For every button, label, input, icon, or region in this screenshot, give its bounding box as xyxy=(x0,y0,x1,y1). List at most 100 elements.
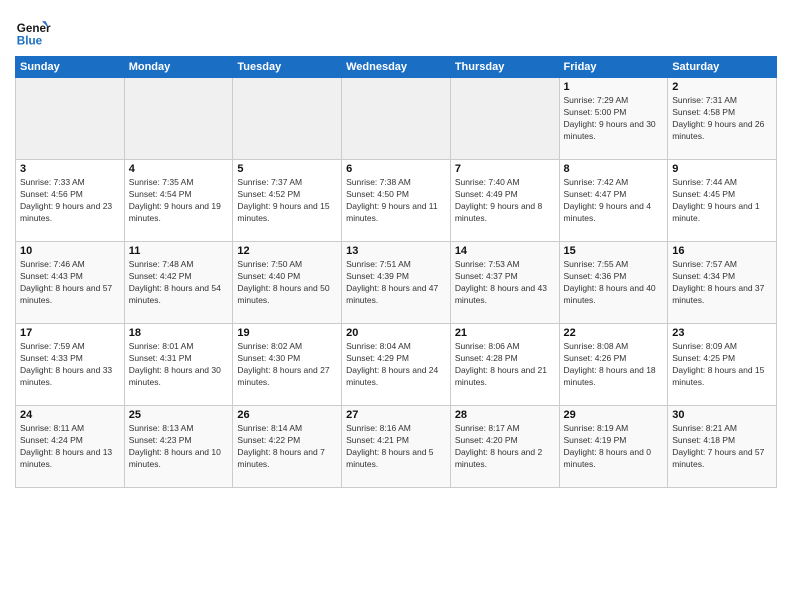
calendar-cell-1-1 xyxy=(16,78,125,160)
calendar-cell-2-2: 4 Sunrise: 7:35 AM Sunset: 4:54 PM Daylig… xyxy=(124,160,233,242)
day-number: 19 xyxy=(237,327,337,339)
calendar-cell-3-4: 13 Sunrise: 7:51 AM Sunset: 4:39 PM Dayli… xyxy=(342,242,451,324)
calendar-header-sunday: Sunday xyxy=(16,57,125,78)
day-number: 14 xyxy=(455,245,555,257)
day-info: Sunrise: 8:04 AM Sunset: 4:29 PM Dayligh… xyxy=(346,341,446,389)
day-info: Sunrise: 7:46 AM Sunset: 4:43 PM Dayligh… xyxy=(20,259,120,307)
calendar-header-monday: Monday xyxy=(124,57,233,78)
calendar-cell-5-7: 30 Sunrise: 8:21 AM Sunset: 4:18 PM Dayli… xyxy=(668,406,777,488)
calendar-header-tuesday: Tuesday xyxy=(233,57,342,78)
calendar-week-1: 1Sunrise: 7:29 AM Sunset: 5:00 PM Daylig… xyxy=(16,78,777,160)
calendar-cell-4-5: 21 Sunrise: 8:06 AM Sunset: 4:28 PM Dayli… xyxy=(450,324,559,406)
calendar-cell-5-2: 25Sunrise: 8:13 AM Sunset: 4:23 PM Dayli… xyxy=(124,406,233,488)
day-info: Sunrise: 8:21 AM Sunset: 4:18 PM Dayligh… xyxy=(672,423,772,471)
day-number: 2 xyxy=(672,81,772,93)
calendar-cell-3-5: 14 Sunrise: 7:53 AM Sunset: 4:37 PM Dayli… xyxy=(450,242,559,324)
calendar-cell-3-2: 11 Sunrise: 7:48 AM Sunset: 4:42 PM Dayli… xyxy=(124,242,233,324)
day-info: Sunrise: 8:09 AM Sunset: 4:25 PM Dayligh… xyxy=(672,341,772,389)
day-number: 20 xyxy=(346,327,446,339)
day-number: 11 xyxy=(129,245,229,257)
calendar-cell-2-7: 9Sunrise: 7:44 AM Sunset: 4:45 PM Daylig… xyxy=(668,160,777,242)
svg-text:Blue: Blue xyxy=(17,35,43,48)
calendar-cell-5-5: 28 Sunrise: 8:17 AM Sunset: 4:20 PM Dayli… xyxy=(450,406,559,488)
day-number: 27 xyxy=(346,409,446,421)
calendar-week-3: 10Sunrise: 7:46 AM Sunset: 4:43 PM Dayli… xyxy=(16,242,777,324)
day-number: 5 xyxy=(237,163,337,175)
calendar-cell-4-7: 23 Sunrise: 8:09 AM Sunset: 4:25 PM Dayli… xyxy=(668,324,777,406)
calendar-header-friday: Friday xyxy=(559,57,668,78)
calendar-cell-2-3: 5 Sunrise: 7:37 AM Sunset: 4:52 PM Daylig… xyxy=(233,160,342,242)
page: General Blue SundayMondayTuesdayWednesda… xyxy=(0,0,792,612)
day-number: 23 xyxy=(672,327,772,339)
day-number: 4 xyxy=(129,163,229,175)
calendar-week-4: 17 Sunrise: 7:59 AM Sunset: 4:33 PM Dayli… xyxy=(16,324,777,406)
calendar-cell-1-2 xyxy=(124,78,233,160)
calendar-header-saturday: Saturday xyxy=(668,57,777,78)
calendar-cell-5-6: 29 Sunrise: 8:19 AM Sunset: 4:19 PM Dayli… xyxy=(559,406,668,488)
calendar-cell-1-4 xyxy=(342,78,451,160)
day-info: Sunrise: 8:19 AM Sunset: 4:19 PM Dayligh… xyxy=(564,423,664,471)
day-info: Sunrise: 7:40 AM Sunset: 4:49 PM Dayligh… xyxy=(455,177,555,225)
calendar-cell-4-4: 20 Sunrise: 8:04 AM Sunset: 4:29 PM Dayli… xyxy=(342,324,451,406)
day-info: Sunrise: 7:33 AM Sunset: 4:56 PM Dayligh… xyxy=(20,177,120,225)
calendar-cell-1-6: 1Sunrise: 7:29 AM Sunset: 5:00 PM Daylig… xyxy=(559,78,668,160)
day-number: 17 xyxy=(20,327,120,339)
day-info: Sunrise: 8:06 AM Sunset: 4:28 PM Dayligh… xyxy=(455,341,555,389)
day-info: Sunrise: 7:50 AM Sunset: 4:40 PM Dayligh… xyxy=(237,259,337,307)
calendar-cell-4-1: 17 Sunrise: 7:59 AM Sunset: 4:33 PM Dayli… xyxy=(16,324,125,406)
day-number: 16 xyxy=(672,245,772,257)
calendar-cell-3-7: 16 Sunrise: 7:57 AM Sunset: 4:34 PM Dayli… xyxy=(668,242,777,324)
day-info: Sunrise: 7:38 AM Sunset: 4:50 PM Dayligh… xyxy=(346,177,446,225)
day-info: Sunrise: 7:59 AM Sunset: 4:33 PM Dayligh… xyxy=(20,341,120,389)
day-info: Sunrise: 7:31 AM Sunset: 4:58 PM Dayligh… xyxy=(672,95,772,143)
day-number: 8 xyxy=(564,163,664,175)
day-info: Sunrise: 7:57 AM Sunset: 4:34 PM Dayligh… xyxy=(672,259,772,307)
day-info: Sunrise: 7:53 AM Sunset: 4:37 PM Dayligh… xyxy=(455,259,555,307)
calendar-cell-4-6: 22Sunrise: 8:08 AM Sunset: 4:26 PM Dayli… xyxy=(559,324,668,406)
day-number: 30 xyxy=(672,409,772,421)
day-number: 9 xyxy=(672,163,772,175)
calendar-cell-2-1: 3 Sunrise: 7:33 AM Sunset: 4:56 PM Daylig… xyxy=(16,160,125,242)
day-number: 29 xyxy=(564,409,664,421)
day-info: Sunrise: 8:08 AM Sunset: 4:26 PM Dayligh… xyxy=(564,341,664,389)
day-number: 7 xyxy=(455,163,555,175)
calendar-cell-1-3 xyxy=(233,78,342,160)
calendar-cell-3-6: 15Sunrise: 7:55 AM Sunset: 4:36 PM Dayli… xyxy=(559,242,668,324)
calendar-header-wednesday: Wednesday xyxy=(342,57,451,78)
day-info: Sunrise: 8:13 AM Sunset: 4:23 PM Dayligh… xyxy=(129,423,229,471)
day-number: 13 xyxy=(346,245,446,257)
day-info: Sunrise: 7:37 AM Sunset: 4:52 PM Dayligh… xyxy=(237,177,337,225)
calendar-cell-3-1: 10Sunrise: 7:46 AM Sunset: 4:43 PM Dayli… xyxy=(16,242,125,324)
day-info: Sunrise: 7:35 AM Sunset: 4:54 PM Dayligh… xyxy=(129,177,229,225)
day-info: Sunrise: 8:17 AM Sunset: 4:20 PM Dayligh… xyxy=(455,423,555,471)
day-number: 6 xyxy=(346,163,446,175)
calendar-cell-5-1: 24 Sunrise: 8:11 AM Sunset: 4:24 PM Dayli… xyxy=(16,406,125,488)
day-info: Sunrise: 7:42 AM Sunset: 4:47 PM Dayligh… xyxy=(564,177,664,225)
day-number: 26 xyxy=(237,409,337,421)
day-info: Sunrise: 8:14 AM Sunset: 4:22 PM Dayligh… xyxy=(237,423,337,471)
calendar-cell-2-5: 7 Sunrise: 7:40 AM Sunset: 4:49 PM Daylig… xyxy=(450,160,559,242)
calendar-cell-3-3: 12 Sunrise: 7:50 AM Sunset: 4:40 PM Dayli… xyxy=(233,242,342,324)
day-info: Sunrise: 8:16 AM Sunset: 4:21 PM Dayligh… xyxy=(346,423,446,471)
day-number: 24 xyxy=(20,409,120,421)
day-number: 18 xyxy=(129,327,229,339)
calendar-week-2: 3 Sunrise: 7:33 AM Sunset: 4:56 PM Daylig… xyxy=(16,160,777,242)
calendar-cell-2-4: 6 Sunrise: 7:38 AM Sunset: 4:50 PM Daylig… xyxy=(342,160,451,242)
day-number: 28 xyxy=(455,409,555,421)
day-number: 21 xyxy=(455,327,555,339)
calendar-cell-4-2: 18 Sunrise: 8:01 AM Sunset: 4:31 PM Dayli… xyxy=(124,324,233,406)
day-number: 3 xyxy=(20,163,120,175)
logo: General Blue xyxy=(15,14,55,50)
day-info: Sunrise: 7:51 AM Sunset: 4:39 PM Dayligh… xyxy=(346,259,446,307)
day-info: Sunrise: 8:01 AM Sunset: 4:31 PM Dayligh… xyxy=(129,341,229,389)
calendar-cell-5-3: 26 Sunrise: 8:14 AM Sunset: 4:22 PM Dayli… xyxy=(233,406,342,488)
logo-icon: General Blue xyxy=(15,14,51,50)
day-info: Sunrise: 7:48 AM Sunset: 4:42 PM Dayligh… xyxy=(129,259,229,307)
calendar-header-thursday: Thursday xyxy=(450,57,559,78)
day-number: 15 xyxy=(564,245,664,257)
day-number: 12 xyxy=(237,245,337,257)
calendar-week-5: 24 Sunrise: 8:11 AM Sunset: 4:24 PM Dayli… xyxy=(16,406,777,488)
calendar-cell-1-7: 2 Sunrise: 7:31 AM Sunset: 4:58 PM Daylig… xyxy=(668,78,777,160)
day-info: Sunrise: 8:11 AM Sunset: 4:24 PM Dayligh… xyxy=(20,423,120,471)
header: General Blue xyxy=(15,10,777,50)
